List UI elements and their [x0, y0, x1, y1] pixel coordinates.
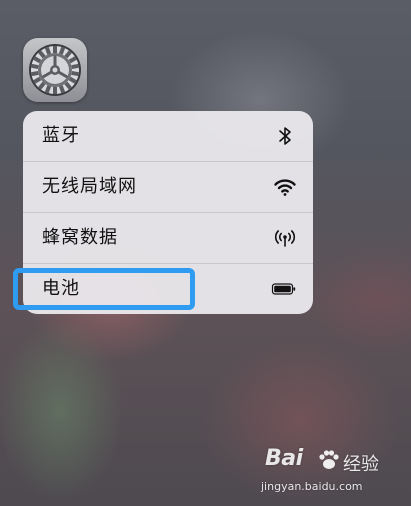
paw-logo-icon — [319, 450, 339, 469]
wifi-icon — [274, 179, 296, 196]
menu-item-wifi[interactable]: 无线局域网 — [23, 162, 313, 212]
watermark-brand: Bai — [265, 446, 303, 471]
watermark-suffix: 经验 — [343, 454, 379, 475]
menu-item-label: 蓝牙 — [42, 125, 80, 146]
menu-item-cellular[interactable]: 蜂窝数据 — [23, 213, 313, 263]
gear-icon — [29, 44, 81, 96]
battery-highlight-annotation — [13, 268, 195, 310]
battery-icon — [271, 283, 296, 295]
menu-item-bluetooth[interactable]: 蓝牙 — [23, 111, 313, 161]
baidu-jingyan-watermark: Bai 经验 jingyan.baidu.com — [259, 442, 389, 498]
cellular-antenna-icon — [274, 230, 296, 247]
menu-item-label: 蜂窝数据 — [42, 227, 118, 248]
menu-item-label: 无线局域网 — [42, 176, 137, 197]
home-screen-background: 蓝牙 无线局域网 蜂窝数据 电池 Bai 经验 jingyan.baidu.co… — [0, 0, 411, 506]
bluetooth-icon — [279, 127, 291, 145]
watermark-url: jingyan.baidu.com — [261, 480, 363, 493]
settings-app-icon[interactable] — [23, 38, 87, 102]
